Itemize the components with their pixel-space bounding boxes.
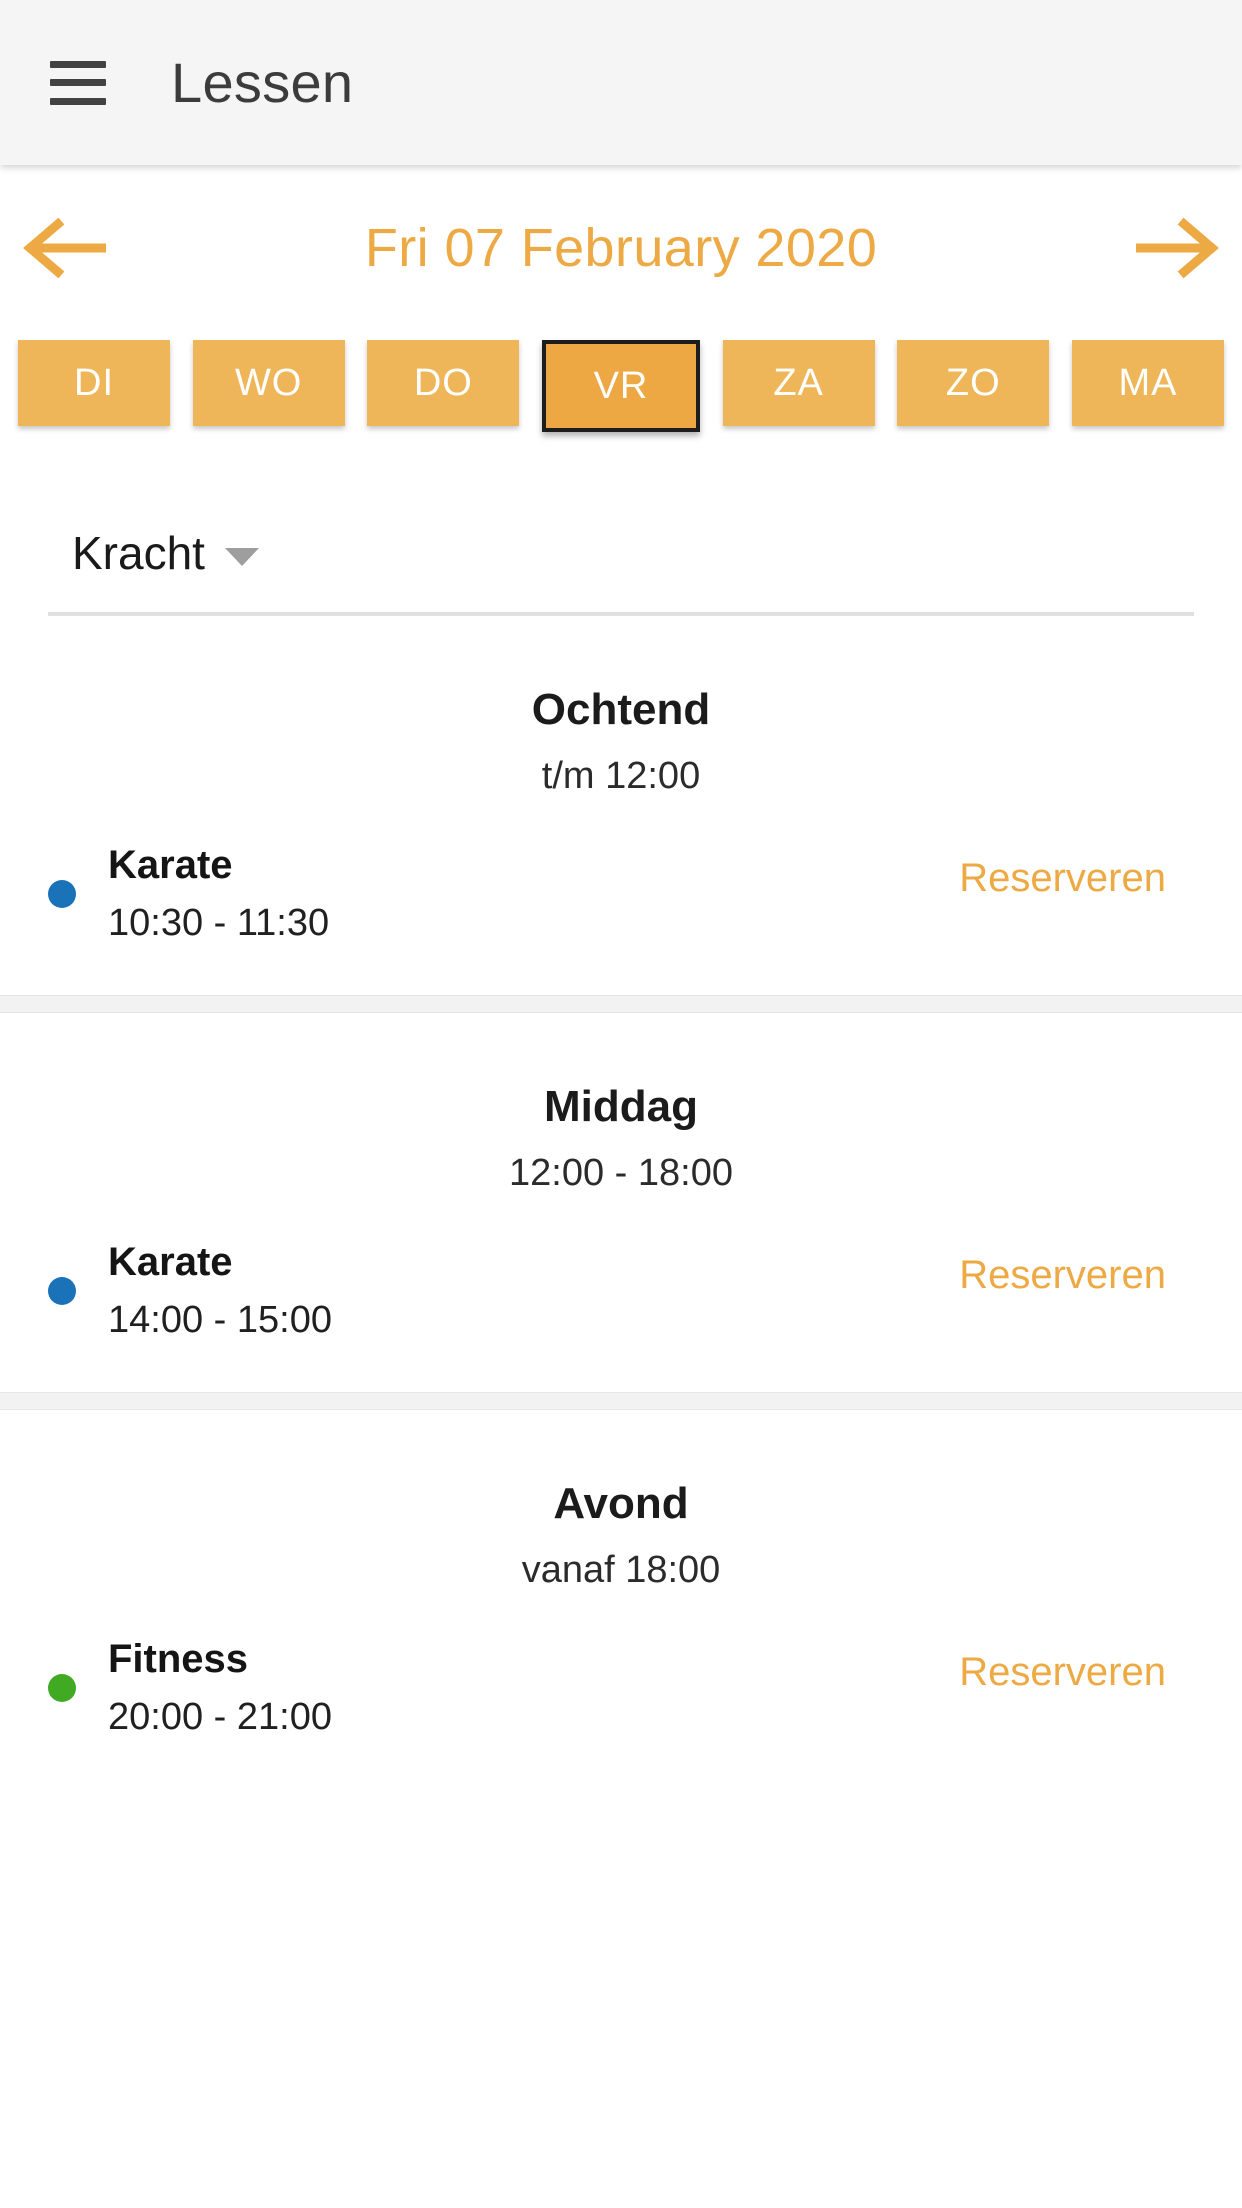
day-chip-di[interactable]: DI: [18, 340, 170, 426]
section-middag: Middag 12:00 - 18:00 Karate 14:00 - 15:00 Re…: [0, 1013, 1242, 1392]
date-navigation: Fri 07 February 2020: [0, 165, 1242, 330]
section-title: Ochtend: [531, 685, 711, 734]
section-avond: Avond vanaf 18:00 Fitness 20:00 - 21:00 Rese…: [0, 1410, 1242, 1789]
arrow-right-icon[interactable]: [1136, 205, 1222, 291]
category-dropdown-label: Kracht: [72, 527, 205, 579]
day-chip-zo[interactable]: ZO: [897, 340, 1050, 426]
section-subtitle: vanaf 18:00: [521, 1549, 721, 1591]
lesson-row[interactable]: Karate 14:00 - 15:00 Reserveren: [0, 1195, 1242, 1362]
page-title: Lessen: [171, 50, 354, 114]
lesson-info: Karate 10:30 - 11:30: [108, 842, 951, 945]
reserve-button[interactable]: Reserveren: [951, 846, 1174, 911]
section-title: Avond: [553, 1479, 689, 1528]
lesson-sections: Ochtend t/m 12:00 Karate 10:30 - 11:30 Reser…: [0, 616, 1242, 1789]
reserve-button[interactable]: Reserveren: [951, 1243, 1174, 1308]
section-subtitle: 12:00 - 18:00: [509, 1152, 733, 1194]
lesson-status-dot-icon: [48, 879, 76, 908]
lesson-status-dot-icon: [48, 1673, 76, 1702]
hamburger-line: [50, 79, 106, 86]
reserve-button[interactable]: Reserveren: [951, 1640, 1174, 1705]
lesson-time: 20:00 - 21:00: [108, 1696, 332, 1738]
day-selector: DI WO DO VR ZA ZO MA: [0, 340, 1242, 432]
current-date-label: Fri 07 February 2020: [364, 217, 878, 278]
filter-area: Kracht: [0, 512, 1242, 616]
hamburger-menu-icon[interactable]: [50, 60, 106, 105]
lessons-screen: Lessen Fri 07 February 2020 DI WO DO VR ZA ZO…: [0, 0, 1242, 2208]
lesson-status-dot-icon: [48, 1276, 76, 1305]
day-chip-ma[interactable]: MA: [1071, 340, 1224, 426]
day-chip-do[interactable]: DO: [367, 340, 520, 426]
day-chip-vr[interactable]: VR: [541, 340, 700, 432]
lesson-name: Karate: [108, 843, 233, 887]
lesson-time: 14:00 - 15:00: [108, 1299, 332, 1341]
arrow-left-icon[interactable]: [20, 205, 106, 291]
section-subtitle: t/m 12:00: [541, 755, 701, 797]
day-chip-za[interactable]: ZA: [722, 340, 875, 426]
section-title: Middag: [544, 1082, 698, 1131]
lesson-row[interactable]: Fitness 20:00 - 21:00 Reserveren: [0, 1592, 1242, 1759]
category-dropdown[interactable]: Kracht: [48, 512, 283, 594]
lesson-time: 10:30 - 11:30: [108, 902, 330, 944]
hamburger-line: [50, 60, 106, 68]
lesson-info: Fitness 20:00 - 21:00: [108, 1636, 951, 1739]
lesson-row[interactable]: Karate 10:30 - 11:30 Reserveren: [0, 798, 1242, 965]
day-chip-wo[interactable]: WO: [192, 340, 345, 426]
section-ochtend: Ochtend t/m 12:00 Karate 10:30 - 11:30 Reser…: [0, 616, 1242, 995]
lesson-name: Fitness: [108, 1637, 249, 1681]
lesson-name: Karate: [108, 1240, 233, 1284]
app-bar: Lessen: [0, 0, 1242, 165]
caret-down-icon: [224, 548, 259, 566]
section-separator: [0, 995, 1242, 1013]
hamburger-line: [50, 97, 106, 105]
lesson-info: Karate 14:00 - 15:00: [108, 1239, 951, 1342]
section-separator: [0, 1392, 1242, 1410]
